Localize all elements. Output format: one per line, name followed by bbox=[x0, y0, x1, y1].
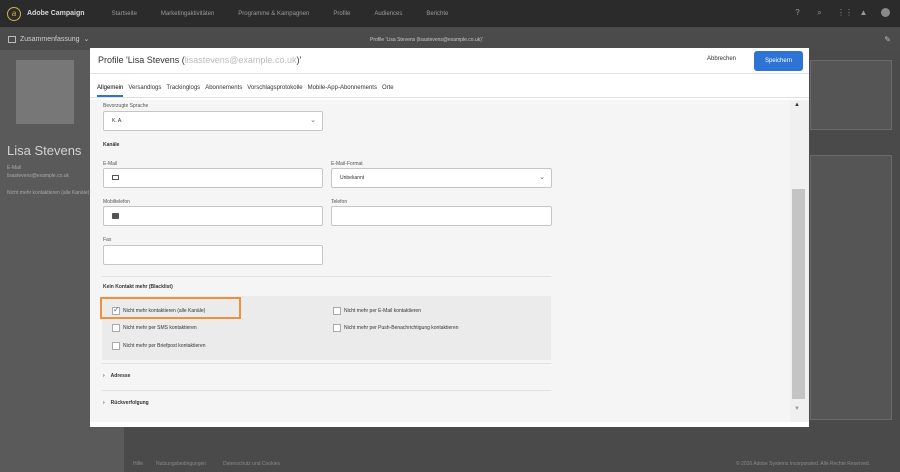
language-select[interactable]: K. A. ⌄ bbox=[103, 111, 323, 131]
section-divider bbox=[102, 363, 551, 364]
panel-icon bbox=[8, 35, 16, 43]
user-avatar-icon[interactable] bbox=[881, 8, 890, 17]
save-button[interactable]: Speichern bbox=[754, 51, 803, 71]
dialog-title-email: lisastevens@example.co.uk bbox=[184, 55, 297, 65]
top-navigation: a Adobe Campaign Startseite Marketingakt… bbox=[0, 0, 900, 27]
profile-edit-dialog: Profile 'Lisa Stevens (lisastevens@examp… bbox=[90, 48, 809, 427]
scroll-up-arrow-icon[interactable]: ▲ bbox=[794, 102, 800, 108]
address-section-label: Adresse bbox=[110, 373, 131, 379]
section-divider bbox=[102, 390, 551, 391]
dialog-title-suffix: )' bbox=[296, 55, 302, 65]
form-content: Bevorzugte Sprache K. A. ⌄ Kanäle E-Mail… bbox=[90, 100, 790, 422]
background-card bbox=[810, 60, 892, 130]
mobile-label: Mobiltelefon bbox=[103, 199, 130, 205]
tab-subscriptions[interactable]: Abonnements bbox=[205, 85, 242, 97]
summary-dropdown[interactable]: Zusammenfassung ⌄ bbox=[8, 35, 89, 43]
edit-pencil-icon[interactable]: ✎ bbox=[884, 35, 891, 44]
tab-delivery-logs[interactable]: Versandlogs bbox=[128, 85, 161, 97]
address-section-toggle[interactable]: › Adresse bbox=[103, 373, 130, 379]
language-value: K. A. bbox=[112, 118, 123, 124]
checkbox-sms-label: Nicht mehr per SMS kontaktieren bbox=[123, 325, 197, 331]
tab-mobile-app-subscriptions[interactable]: Mobile-App-Abonnements bbox=[308, 85, 377, 97]
footer-link-privacy[interactable]: Datenschutz und Cookies bbox=[223, 461, 280, 467]
dialog-tabs: Allgemein Versandlogs Trackinglogs Abonn… bbox=[97, 85, 394, 97]
brand-label: Adobe Campaign bbox=[27, 10, 85, 17]
scroll-down-arrow-icon[interactable]: ▼ bbox=[794, 406, 800, 412]
nav-item-reports[interactable]: Berichte bbox=[426, 11, 448, 17]
channels-heading: Kanäle bbox=[103, 142, 120, 148]
tab-locations[interactable]: Orte bbox=[382, 85, 394, 97]
blacklist-heading: Kein Kontakt mehr (Blacklist) bbox=[103, 284, 173, 290]
background-breadcrumb: Profile 'Lisa Stevens (lisastevens@examp… bbox=[370, 37, 483, 43]
scrollbar-thumb[interactable] bbox=[792, 189, 805, 399]
adobe-campaign-logo-icon[interactable]: a bbox=[7, 6, 21, 21]
tab-proposition-logs[interactable]: Vorschlagsprotokolle bbox=[247, 85, 302, 97]
nav-item-startseite[interactable]: Startseite bbox=[112, 11, 137, 17]
dialog-title-prefix: Profile 'Lisa Stevens ( bbox=[98, 55, 185, 65]
checkbox-post-label: Nicht mehr per Briefpost kontaktieren bbox=[123, 343, 206, 349]
checkbox-sms[interactable]: Nicht mehr per SMS kontaktieren bbox=[112, 324, 197, 332]
tab-general[interactable]: Allgemein bbox=[97, 85, 124, 97]
summary-label: Zusammenfassung bbox=[20, 35, 80, 43]
email-format-select[interactable]: Unbekannt ⌄ bbox=[331, 168, 552, 188]
background-profile-name: Lisa Stevens bbox=[7, 143, 82, 158]
dialog-title: Profile 'Lisa Stevens (lisastevens@examp… bbox=[98, 55, 301, 65]
email-format-value: Unbekannt bbox=[340, 175, 365, 181]
help-icon[interactable]: ? bbox=[793, 8, 802, 17]
background-email-value: lisastevens@example.co.uk bbox=[7, 173, 70, 179]
phone-label: Telefon bbox=[331, 199, 348, 205]
footer-copyright: © 2016 Adobe Systems Incorporated. Alle … bbox=[736, 461, 871, 467]
background-email-label: E-Mail bbox=[7, 165, 22, 171]
tab-tracking-logs[interactable]: Trackinglogs bbox=[166, 85, 200, 97]
checkbox-icon[interactable] bbox=[112, 324, 120, 332]
bell-icon[interactable]: ▲ bbox=[859, 8, 868, 17]
email-field[interactable] bbox=[103, 168, 323, 188]
email-format-label: E-Mail-Format bbox=[331, 161, 363, 167]
nav-item-programs[interactable]: Programme & Kampagnen bbox=[238, 11, 309, 17]
checkbox-email[interactable]: Nicht mehr per E-Mail kontaktieren bbox=[333, 307, 421, 315]
apps-grid-icon[interactable]: ⋮⋮ bbox=[837, 8, 853, 17]
checkbox-push[interactable]: Nicht mehr per Push-Benachrichtigung kon… bbox=[333, 324, 459, 332]
checkbox-icon[interactable] bbox=[333, 307, 341, 315]
chevron-right-icon: › bbox=[103, 400, 105, 406]
background-card bbox=[810, 155, 892, 420]
checkbox-icon[interactable] bbox=[112, 342, 120, 350]
search-icon[interactable]: ⌕ bbox=[815, 8, 824, 17]
checkbox-post[interactable]: Nicht mehr per Briefpost kontaktieren bbox=[112, 342, 206, 350]
top-icons: ? ⌕ ⋮⋮ ▲ bbox=[793, 8, 890, 17]
dialog-header: Profile 'Lisa Stevens (lisastevens@examp… bbox=[90, 48, 809, 74]
nav-item-profiles[interactable]: Profile bbox=[333, 11, 350, 17]
checkbox-email-label: Nicht mehr per E-Mail kontaktieren bbox=[344, 308, 421, 314]
checkbox-push-label: Nicht mehr per Push-Benachrichtigung kon… bbox=[344, 325, 459, 331]
chevron-down-icon: ⌄ bbox=[83, 36, 90, 43]
mobile-field[interactable] bbox=[103, 206, 323, 226]
language-label: Bevorzugte Sprache bbox=[103, 103, 149, 109]
speech-bubble-icon bbox=[112, 212, 119, 219]
phone-field[interactable] bbox=[331, 206, 552, 226]
traceability-section-toggle[interactable]: › Rückverfolgung bbox=[103, 400, 149, 406]
footer-link-terms[interactable]: Nutzungsbedingungen bbox=[156, 461, 206, 467]
fax-field[interactable] bbox=[103, 245, 323, 265]
traceability-section-label: Rückverfolgung bbox=[110, 400, 149, 406]
email-label: E-Mail bbox=[103, 161, 118, 167]
cancel-button[interactable]: Abbrechen bbox=[707, 56, 736, 62]
chevron-down-icon: ⌄ bbox=[539, 174, 545, 181]
tab-divider bbox=[90, 97, 809, 98]
profile-avatar bbox=[16, 60, 74, 124]
scrollbar[interactable]: ▲ ▼ bbox=[790, 100, 809, 422]
nav-item-marketing[interactable]: Marketingaktivitäten bbox=[161, 11, 214, 17]
chevron-right-icon: › bbox=[103, 373, 105, 379]
fax-label: Fax bbox=[103, 237, 112, 243]
chevron-down-icon: ⌄ bbox=[310, 117, 316, 124]
checkbox-icon[interactable] bbox=[333, 324, 341, 332]
section-divider bbox=[102, 276, 551, 277]
nav-item-audiences[interactable]: Audiences bbox=[374, 11, 402, 17]
footer-link-help[interactable]: Hilfe bbox=[133, 461, 143, 467]
orange-highlight-box bbox=[100, 297, 241, 319]
envelope-icon bbox=[112, 175, 119, 181]
